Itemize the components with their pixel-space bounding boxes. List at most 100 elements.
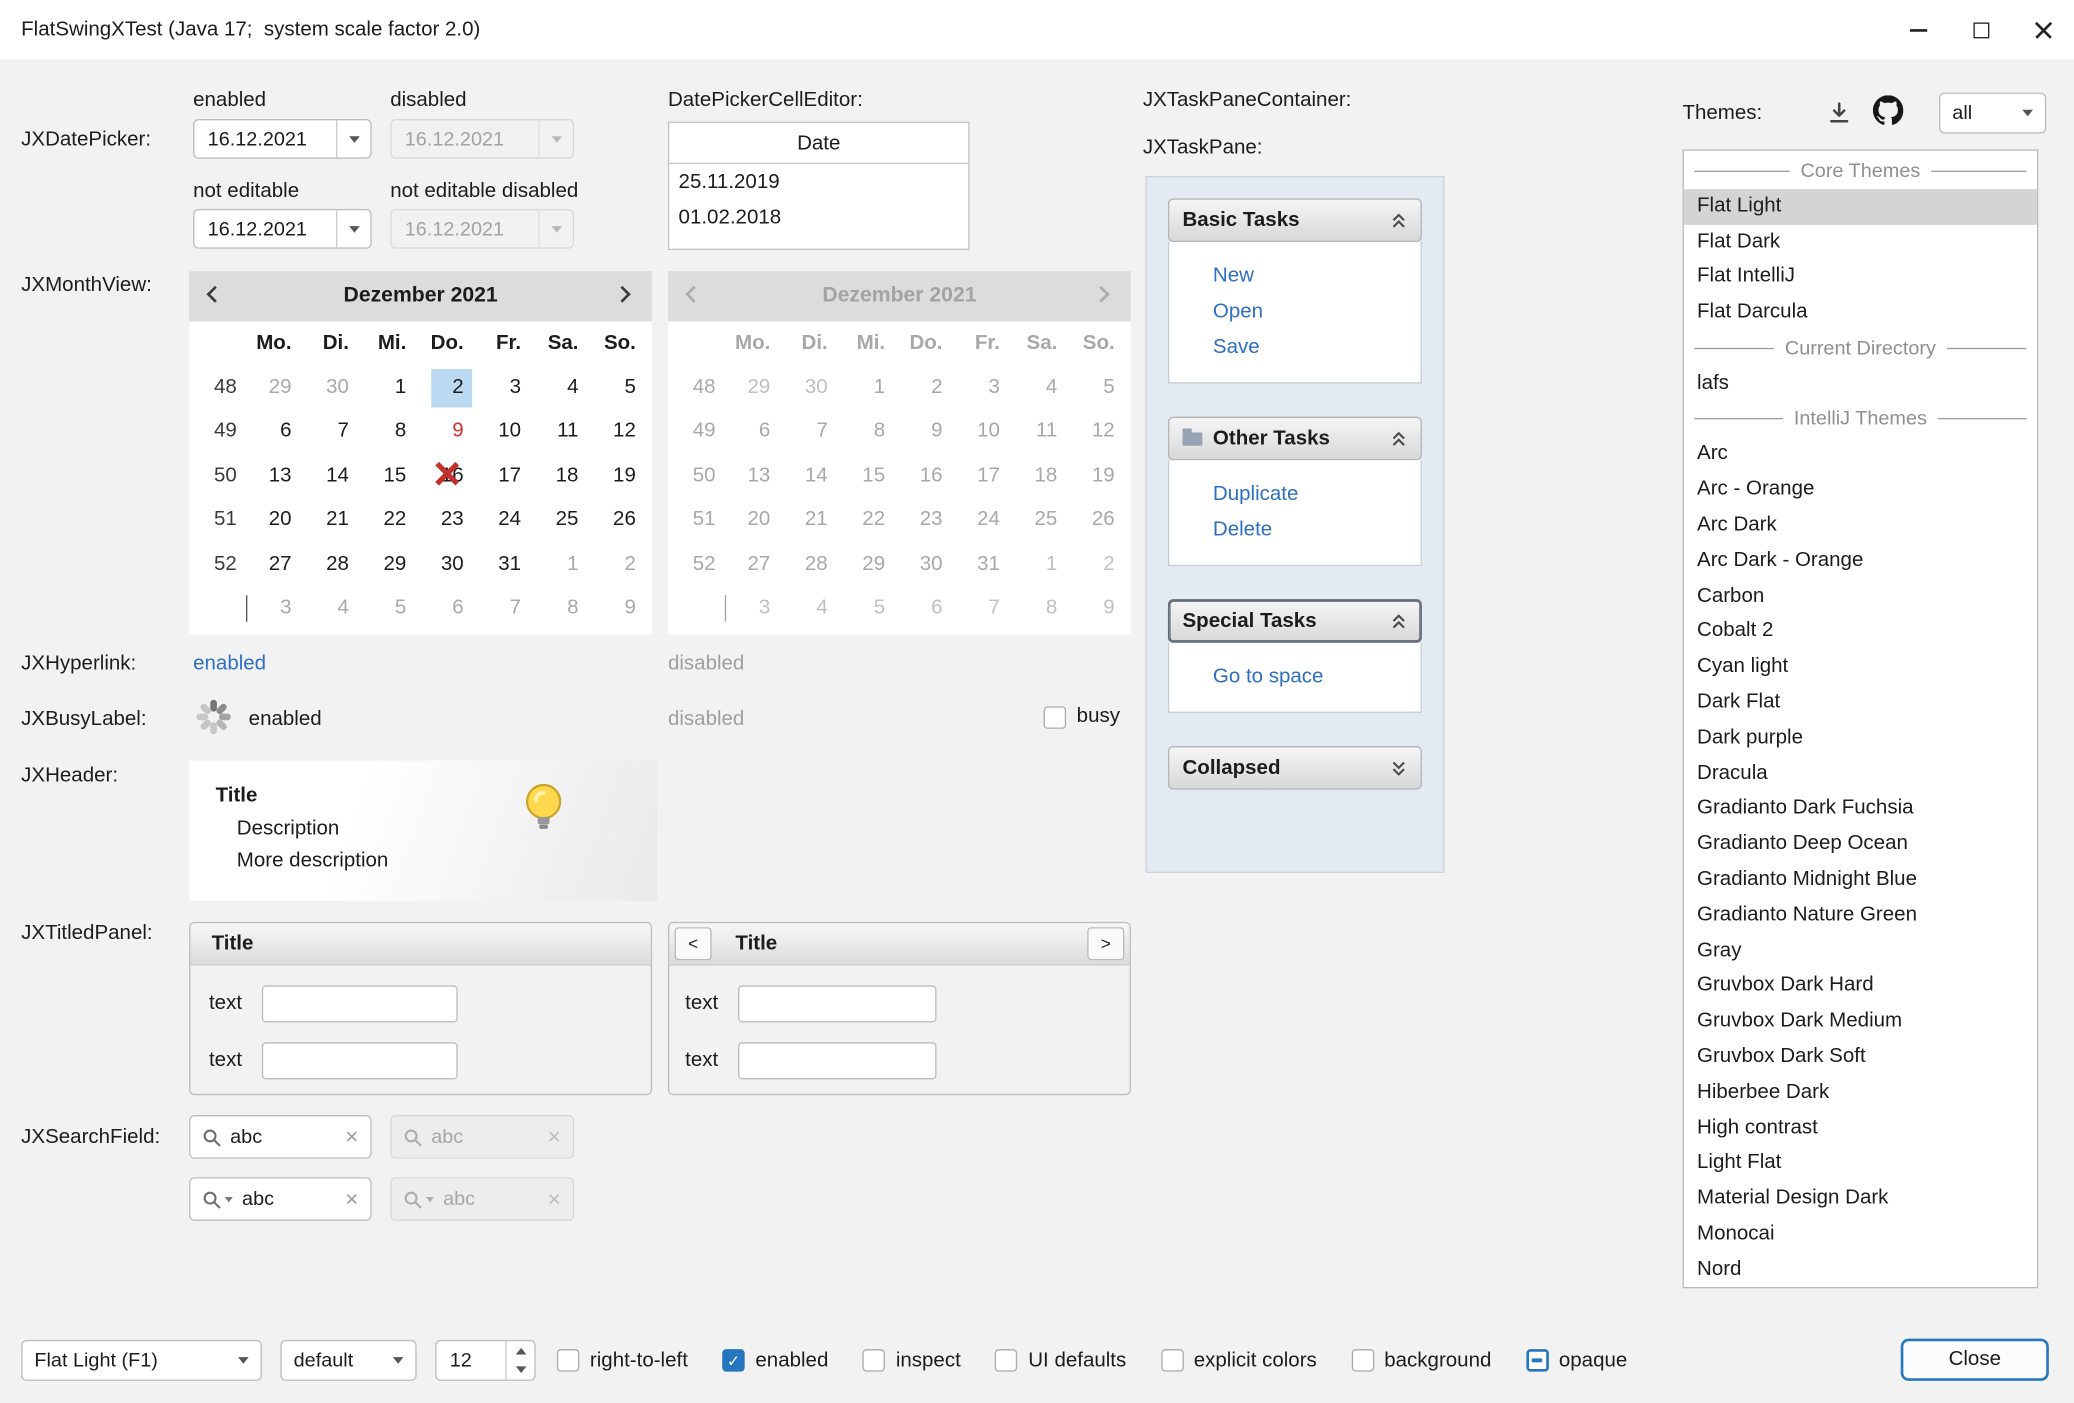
theme-item[interactable]: Arc - Orange (1684, 472, 2037, 507)
task-link[interactable]: New (1213, 258, 1421, 294)
chevron-down-icon[interactable] (336, 120, 370, 157)
theme-item[interactable]: Flat Light (1684, 189, 2037, 224)
theme-item[interactable]: Gruvbox Dark Soft (1684, 1040, 2037, 1075)
theme-item[interactable]: Flat Dark (1684, 224, 2037, 259)
search-field-enabled[interactable]: abc × (189, 1115, 372, 1159)
taskpane-header[interactable]: Collapsed (1168, 746, 1422, 790)
search-field-dropdown-enabled[interactable]: abc × (189, 1177, 372, 1221)
day-cell[interactable]: 14 (307, 454, 364, 498)
task-link[interactable]: Delete (1213, 512, 1421, 548)
checkbox-explicit-colors[interactable]: explicit colors (1161, 1348, 1317, 1372)
spinner-down-button[interactable] (507, 1360, 535, 1379)
theme-item[interactable]: lafs (1684, 366, 2037, 401)
day-cell[interactable]: 6 (250, 410, 307, 454)
theme-item[interactable]: Dracula (1684, 756, 2037, 791)
day-cell[interactable]: 26 (594, 498, 651, 542)
theme-select-combo[interactable]: Flat Light (F1) (21, 1340, 262, 1381)
checkbox-ui-defaults[interactable]: UI defaults (995, 1348, 1126, 1372)
day-cell[interactable]: 1 (365, 366, 422, 410)
theme-item[interactable]: Gruvbox Dark Hard (1684, 969, 2037, 1004)
theme-item[interactable]: Flat Darcula (1684, 295, 2037, 330)
day-cell[interactable]: 1 (537, 542, 594, 586)
theme-item[interactable]: Gray (1684, 933, 2037, 968)
checkbox-right-to-left[interactable]: right-to-left (557, 1348, 688, 1372)
github-icon[interactable] (1870, 93, 1904, 127)
spinner-value[interactable]: 12 (436, 1341, 505, 1379)
search-input[interactable]: abc (230, 1126, 336, 1148)
theme-item[interactable]: Monocai (1684, 1217, 2037, 1252)
day-cell[interactable]: 30 (307, 366, 364, 410)
minimize-button[interactable] (1887, 0, 1949, 60)
task-link[interactable]: Duplicate (1213, 476, 1421, 512)
theme-item[interactable]: Cobalt 2 (1684, 614, 2037, 649)
day-cell[interactable]: 23 (422, 498, 479, 542)
hyperlink-enabled[interactable]: enabled (193, 652, 266, 676)
day-cell[interactable]: 22 (365, 498, 422, 542)
theme-item[interactable]: Nord (1684, 1252, 2037, 1287)
day-cell[interactable]: 3 (250, 586, 307, 630)
day-cell[interactable]: 17 (480, 454, 537, 498)
theme-item[interactable]: Gradianto Dark Fuchsia (1684, 791, 2037, 826)
checkbox-busy[interactable]: busy (1044, 705, 1120, 729)
day-cell[interactable]: 24 (480, 498, 537, 542)
day-cell[interactable]: 20 (250, 498, 307, 542)
day-cell[interactable]: 8 (365, 410, 422, 454)
day-cell[interactable]: 7 (480, 586, 537, 630)
font-size-spinner[interactable]: 12 (435, 1340, 536, 1381)
day-cell[interactable]: 28 (307, 542, 364, 586)
day-cell[interactable]: 13 (250, 454, 307, 498)
theme-item[interactable]: Hiberbee Dark (1684, 1075, 2037, 1110)
day-cell[interactable]: 19 (594, 454, 651, 498)
taskpane-header[interactable]: Special Tasks (1168, 599, 1422, 643)
day-cell[interactable]: 7 (307, 410, 364, 454)
datepicker-enabled[interactable]: 16.12.2021 (193, 119, 372, 159)
clear-icon[interactable]: × (345, 1126, 358, 1148)
theme-item[interactable]: Cyan light (1684, 650, 2037, 685)
theme-item[interactable]: Material Design Dark (1684, 1181, 2037, 1216)
table-row[interactable]: 25.11.2019 (669, 164, 968, 200)
day-cell[interactable]: 6 (422, 586, 479, 630)
text-input[interactable] (738, 1042, 936, 1079)
theme-item[interactable]: Gradianto Midnight Blue (1684, 862, 2037, 897)
day-cell[interactable]: 4 (537, 366, 594, 410)
theme-item[interactable]: Light Flat (1684, 1146, 2037, 1181)
checkbox-box[interactable] (1526, 1349, 1548, 1371)
day-cell[interactable]: 5 (594, 366, 651, 410)
maximize-button[interactable] (1950, 0, 2012, 60)
theme-list[interactable]: Core ThemesFlat LightFlat DarkFlat Intel… (1682, 149, 2038, 1288)
day-cell[interactable]: 4 (307, 586, 364, 630)
checkbox-box[interactable] (995, 1349, 1017, 1371)
font-select-combo[interactable]: default (280, 1340, 416, 1381)
theme-item[interactable]: Gradianto Nature Green (1684, 898, 2037, 933)
day-cell[interactable]: 12 (594, 410, 651, 454)
day-cell[interactable]: 2 (594, 542, 651, 586)
spinner-up-button[interactable] (507, 1341, 535, 1360)
day-cell[interactable]: 31 (480, 542, 537, 586)
day-cell[interactable]: 9 (594, 586, 651, 630)
prev-button[interactable]: < (675, 927, 712, 960)
day-cell[interactable]: 27 (250, 542, 307, 586)
day-cell[interactable]: 8 (537, 586, 594, 630)
datepicker-value[interactable]: 16.12.2021 (194, 128, 336, 150)
theme-item[interactable]: Dark purple (1684, 721, 2037, 756)
theme-item[interactable]: Carbon (1684, 579, 2037, 614)
day-cell[interactable]: 30 (422, 542, 479, 586)
task-link[interactable]: Go to space (1213, 659, 1421, 695)
day-cell[interactable]: 15 (365, 454, 422, 498)
text-input[interactable] (738, 985, 936, 1022)
theme-item[interactable]: Arc (1684, 437, 2037, 472)
day-cell[interactable]: 2 (422, 366, 479, 410)
taskpane-header[interactable]: Basic Tasks (1168, 198, 1422, 242)
close-window-button[interactable] (2012, 0, 2074, 60)
day-cell[interactable]: 11 (537, 410, 594, 454)
theme-item[interactable]: Gradianto Deep Ocean (1684, 827, 2037, 862)
day-cell[interactable]: 29 (250, 366, 307, 410)
download-icon[interactable] (1821, 95, 1855, 129)
themes-filter-combo[interactable]: all (1939, 93, 2046, 134)
search-input[interactable]: abc (242, 1188, 336, 1210)
text-input[interactable] (262, 985, 458, 1022)
datepicker-cell-editor-table[interactable]: Date 25.11.2019 01.02.2018 (668, 122, 970, 250)
checkbox-box[interactable]: ✓ (722, 1349, 744, 1371)
day-cell[interactable]: 29 (365, 542, 422, 586)
day-cell[interactable]: 16 (422, 454, 479, 498)
